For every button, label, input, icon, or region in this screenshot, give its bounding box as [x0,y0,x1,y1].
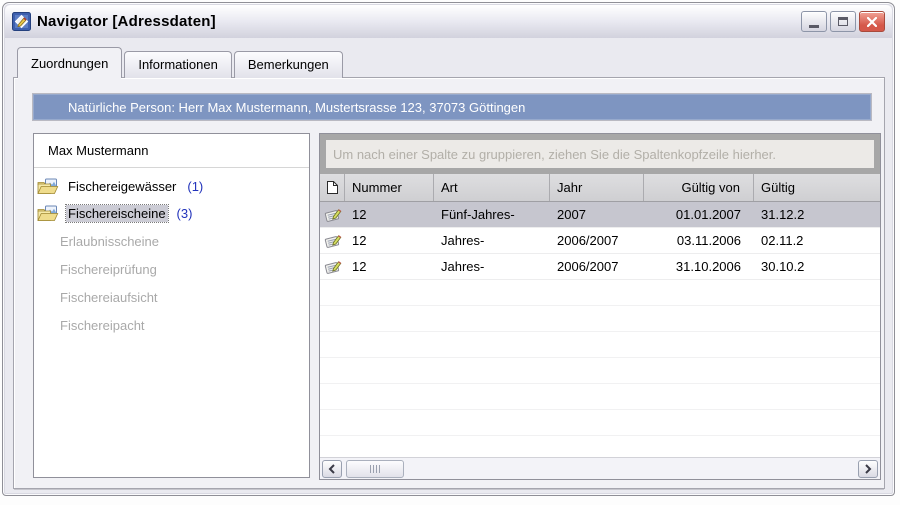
column-header-gueltig-bis[interactable]: Gültig [754,174,880,201]
tree-item-label: Fischereiaufsicht [58,289,160,306]
person-summary-text: Natürliche Person: Herr Max Mustermann, … [68,100,525,115]
scroll-left-button[interactable] [322,460,342,478]
arrow-right-icon [864,464,872,474]
tree-item-label: Fischereiprüfung [58,261,159,278]
tab-zuordnungen[interactable]: Zuordnungen [17,47,122,78]
column-header-art[interactable]: Art [434,174,550,201]
maximize-button[interactable] [830,11,856,32]
tree-item-fischereiprüfung: Fischereiprüfung [34,255,309,283]
scrollbar-thumb[interactable] [346,460,404,478]
cell-gueltig-von: 03.11.2006 [644,228,754,253]
grid-empty-area [320,280,880,457]
cell-nummer: 12 [345,254,434,279]
minimize-icon [809,25,819,28]
cell-jahr: 2006/2007 [550,228,644,253]
cell-gueltig-bis: 30.10.2 [754,254,880,279]
group-by-panel[interactable]: Um nach einer Spalte zu gruppieren, zieh… [320,134,880,174]
cell-art: Jahres- [434,228,550,253]
window-title: Navigator [Adressdaten] [37,13,216,30]
title-bar[interactable]: Navigator [Adressdaten] [5,5,892,38]
column-header-jahr[interactable]: Jahr [550,174,644,201]
horizontal-scrollbar[interactable] [320,457,880,479]
tree-root-label: Max Mustermann [34,134,309,168]
person-summary-bar: Natürliche Person: Herr Max Mustermann, … [33,94,871,120]
group-by-hint: Um nach einer Spalte zu gruppieren, zieh… [326,140,874,168]
tree-list: Fischereigewässer (1) Fischereischeine (… [34,168,309,339]
column-header-icon[interactable] [320,174,345,201]
grid-header-row: Nummer Art Jahr Gültig von Gültig [320,174,880,202]
cell-jahr: 2007 [550,202,644,227]
cell-gueltig-bis: 02.11.2 [754,228,880,253]
cell-gueltig-von: 01.01.2007 [644,202,754,227]
cell-art: Fünf-Jahres- [434,202,550,227]
cell-jahr: 2006/2007 [550,254,644,279]
scroll-right-button[interactable] [858,460,878,478]
cell-nummer: 12 [345,228,434,253]
navigation-tree-panel: Max Mustermann Fischereigewässer (1) Fis… [33,133,310,478]
tree-item-fischereiaufsicht: Fischereiaufsicht [34,283,309,311]
tree-item-label: Fischereischeine [66,205,168,222]
tree-item-label: Fischereipacht [58,317,147,334]
table-row[interactable]: 12 Jahres- 2006/2007 03.11.2006 02.11.2 [320,228,880,254]
thumb-grip [370,465,371,473]
document-icon [326,180,339,195]
table-row[interactable]: 12 Jahres- 2006/2007 31.10.2006 30.10.2 [320,254,880,280]
grid-body: 12 Fünf-Jahres- 2007 01.01.2007 31.12.2 … [320,202,880,280]
tab-strip: ZuordnungenInformationenBemerkungen [17,47,343,78]
close-icon [867,17,877,27]
records-grid-panel: Um nach einer Spalte zu gruppieren, zieh… [319,133,881,480]
tree-item-label: Fischereigewässer [66,178,178,195]
note-pencil-icon [324,207,342,223]
tree-item-count: (3) [177,206,193,221]
folder-image-icon [37,178,59,196]
tree-item-fischereipacht: Fischereipacht [34,311,309,339]
tree-item-erlaubnisscheine: Erlaubnisscheine [34,227,309,255]
tree-item-fischereigewässer[interactable]: Fischereigewässer (1) [34,173,309,200]
cell-gueltig-bis: 31.12.2 [754,202,880,227]
folder-image-icon [37,205,59,223]
close-button[interactable] [859,11,885,32]
tree-item-label: Erlaubnisscheine [58,233,161,250]
note-pencil-icon [324,259,342,275]
table-row[interactable]: 12 Fünf-Jahres- 2007 01.01.2007 31.12.2 [320,202,880,228]
column-header-gueltig-von[interactable]: Gültig von [644,174,754,201]
cell-nummer: 12 [345,202,434,227]
navigator-window: Navigator [Adressdaten] ZuordnungenInfor… [2,2,895,496]
cell-gueltig-von: 31.10.2006 [644,254,754,279]
column-header-nummer[interactable]: Nummer [345,174,434,201]
tree-item-fischereischeine[interactable]: Fischereischeine (3) [34,200,309,227]
app-edit-icon [12,12,31,31]
cell-art: Jahres- [434,254,550,279]
arrow-left-icon [328,464,336,474]
tab-page-zuordnungen: Natürliche Person: Herr Max Mustermann, … [13,77,885,489]
tree-item-count: (1) [187,179,203,194]
note-pencil-icon [324,233,342,249]
tab-informationen[interactable]: Informationen [124,51,232,78]
minimize-button[interactable] [801,11,827,32]
maximize-icon [838,17,848,26]
tab-bemerkungen[interactable]: Bemerkungen [234,51,343,78]
